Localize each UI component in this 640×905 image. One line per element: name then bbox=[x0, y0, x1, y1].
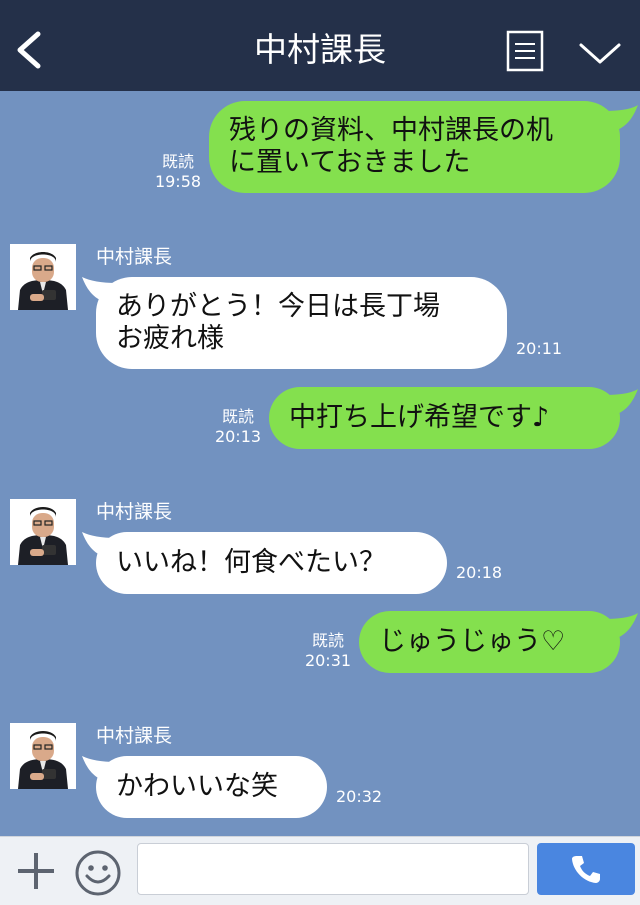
sender-name: 中村課長 bbox=[96, 246, 173, 268]
message-time: 20:11 bbox=[516, 339, 563, 358]
avatar[interactable] bbox=[10, 244, 76, 310]
message-bubble-outgoing[interactable]: 中打ち上げ希望です♪ bbox=[269, 387, 620, 449]
phone-icon bbox=[572, 856, 600, 883]
bubble-tail bbox=[606, 389, 638, 415]
bubble-tail bbox=[606, 105, 638, 131]
sender-name: 中村課長 bbox=[96, 725, 173, 747]
avatar[interactable] bbox=[10, 499, 76, 565]
read-receipt: 既読 20:13 bbox=[214, 407, 262, 446]
message-list[interactable]: 既読 19:58 残りの資料、中村課長の机 に置いておきました 中村課長 ありが… bbox=[0, 91, 640, 836]
call-button[interactable] bbox=[537, 843, 635, 895]
message-bubble-incoming[interactable]: いいね！何食べたい？ bbox=[96, 532, 447, 594]
input-bar bbox=[0, 836, 640, 905]
message-bubble-outgoing[interactable]: じゅうじゅう♡ bbox=[359, 611, 620, 673]
message-bubble-incoming[interactable]: ありがとう！今日は長丁場 お疲れ様 bbox=[96, 277, 507, 369]
read-receipt: 既読 20:31 bbox=[304, 631, 352, 670]
chevron-down-icon[interactable] bbox=[578, 40, 622, 68]
message-bubble-outgoing[interactable]: 残りの資料、中村課長の机 に置いておきました bbox=[209, 101, 620, 193]
avatar[interactable] bbox=[10, 723, 76, 789]
message-bubble-incoming[interactable]: かわいいな笑 bbox=[96, 756, 327, 818]
read-receipt: 既読 19:58 bbox=[154, 152, 202, 191]
sender-name: 中村課長 bbox=[96, 501, 173, 523]
message-input[interactable] bbox=[137, 843, 529, 895]
note-icon[interactable] bbox=[505, 30, 545, 74]
bubble-tail bbox=[606, 613, 638, 639]
header-bar: 中村課長 bbox=[0, 0, 640, 91]
smile-icon[interactable] bbox=[74, 849, 122, 897]
message-time: 20:18 bbox=[456, 563, 503, 582]
message-time: 20:32 bbox=[336, 787, 383, 806]
plus-icon[interactable] bbox=[14, 849, 58, 893]
